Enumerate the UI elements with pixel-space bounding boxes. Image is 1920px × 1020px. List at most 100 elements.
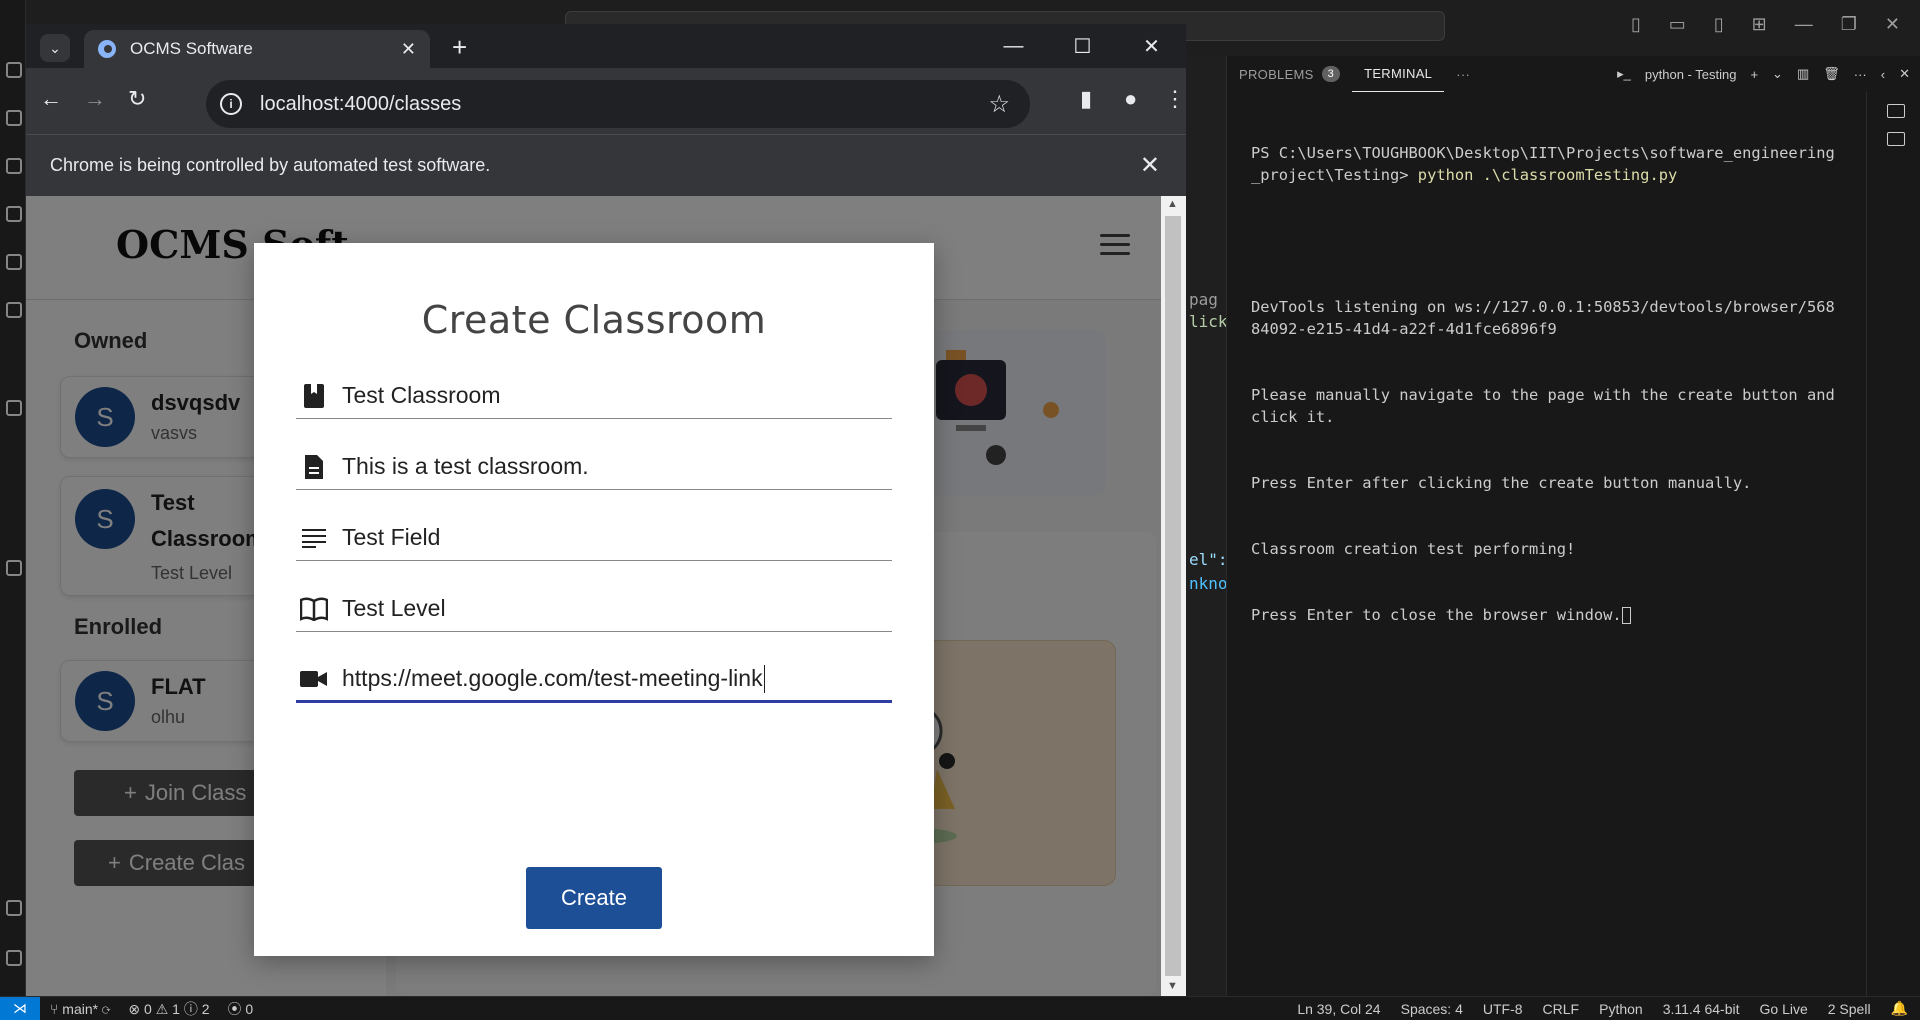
page-scrollbar[interactable]: ▲ ▼ [1161, 196, 1186, 996]
tab-terminal[interactable]: TERMINAL [1352, 56, 1445, 92]
error-count: 0 [144, 1000, 152, 1017]
more-actions-icon[interactable]: ··· [1444, 56, 1482, 92]
browser-toolbar: ← → ↻ i localhost:4000/classes ☆ ▮ ● ⋮ [26, 68, 1186, 134]
manage-gear-icon[interactable] [6, 950, 22, 966]
browser-tab[interactable]: OCMS Software ✕ [84, 30, 430, 68]
chrome-menu-icon[interactable]: ⋮ [1164, 86, 1186, 112]
toggle-sidebar-icon[interactable]: ▯ [1631, 14, 1641, 35]
go-live-button[interactable]: Go Live [1760, 1001, 1808, 1017]
classroom-name-field[interactable] [296, 373, 892, 419]
chevron-left-icon[interactable]: ‹ [1881, 67, 1885, 82]
tab-strip: ⌄ OCMS Software ✕ + — ☐ ✕ [26, 24, 1186, 68]
trash-icon[interactable]: 🗑 [1823, 66, 1840, 82]
meeting-link-field[interactable]: https://meet.google.com/test-meeting-lin… [296, 657, 892, 703]
level-field[interactable] [296, 586, 892, 632]
remote-explorer-icon[interactable] [6, 302, 22, 318]
explorer-icon[interactable] [6, 62, 22, 78]
warning-count: 1 [172, 1000, 180, 1017]
line-ending[interactable]: CRLF [1543, 1001, 1580, 1017]
vscode-panel: PROBLEMS 3 TERMINAL ··· ▸_ python - Test… [1226, 56, 1920, 996]
language-mode[interactable]: Python [1599, 1001, 1643, 1017]
level-input[interactable] [342, 588, 892, 629]
terminal-list [1866, 92, 1920, 996]
code-fragment: lick [1189, 312, 1228, 331]
panel-actions: ▸_ python - Testing + ⌄ ▥ 🗑 ··· ‹ ✕ [1617, 56, 1910, 92]
debug-icon[interactable] [6, 206, 22, 222]
problems-indicator[interactable]: ⊗ 0 ⚠ 1 ⓘ 2 [128, 999, 209, 1019]
profile-avatar-icon[interactable]: ● [1124, 86, 1137, 112]
scroll-thumb[interactable] [1165, 216, 1181, 976]
cursor-position[interactable]: Ln 39, Col 24 [1297, 1001, 1380, 1017]
branch-indicator[interactable]: ⑂ main* ⟳ [50, 1001, 110, 1017]
reload-icon[interactable]: ↻ [128, 86, 146, 112]
automation-infobar: Chrome is being controlled by automated … [26, 134, 1186, 196]
terminal-list-icon[interactable] [1887, 104, 1905, 118]
forward-arrow-icon[interactable]: → [84, 86, 106, 112]
restore-icon[interactable]: ❐ [1841, 14, 1857, 35]
account-icon[interactable] [6, 900, 22, 916]
tab-search-chevron-icon[interactable]: ⌄ [40, 34, 70, 62]
new-tab-plus-icon[interactable]: + [452, 32, 467, 63]
back-arrow-icon[interactable]: ← [40, 86, 62, 112]
terminal-line: Classroom creation test performing! [1251, 540, 1576, 558]
branch-name: main* [62, 1000, 99, 1017]
field-input[interactable] [342, 517, 892, 558]
testing-icon[interactable] [6, 400, 22, 416]
encoding[interactable]: UTF-8 [1483, 1001, 1523, 1017]
description-input[interactable] [342, 446, 892, 487]
ports-count: 0 [245, 1000, 254, 1017]
scroll-up-arrow-icon[interactable]: ▲ [1167, 198, 1178, 210]
terminal-list-icon[interactable] [1887, 132, 1905, 146]
info-count: 2 [201, 1000, 210, 1017]
minimize-icon[interactable]: — [979, 24, 1048, 68]
more-icon[interactable]: ··· [1854, 67, 1867, 82]
meeting-link-input[interactable]: https://meet.google.com/test-meeting-lin… [342, 659, 892, 699]
toggle-panel-icon[interactable]: ▭ [1669, 14, 1686, 35]
split-terminal-icon[interactable]: ▥ [1797, 66, 1809, 82]
infobar-close-icon[interactable]: ✕ [1140, 151, 1160, 180]
indentation[interactable]: Spaces: 4 [1401, 1001, 1463, 1017]
close-panel-icon[interactable]: ✕ [1899, 66, 1910, 82]
side-panel-icon[interactable]: ▮ [1080, 86, 1092, 112]
maximize-icon[interactable]: ☐ [1048, 24, 1117, 68]
bookmark-star-icon[interactable]: ☆ [988, 90, 1010, 119]
new-terminal-icon[interactable]: + [1750, 67, 1758, 82]
close-window-icon[interactable]: ✕ [1885, 14, 1900, 35]
code-fragment: pag [1189, 290, 1218, 309]
tab-problems[interactable]: PROBLEMS 3 [1227, 56, 1352, 92]
tab-title: OCMS Software [130, 39, 253, 58]
terminal-instance-name[interactable]: python - Testing [1645, 67, 1737, 82]
terminal-output[interactable]: PS C:\Users\TOUGHBOOK\Desktop\IIT\Projec… [1251, 98, 1841, 670]
description-field[interactable] [296, 444, 892, 490]
vscode-title-icons: ▯ ▭ ▯ ⊞ — ❐ ✕ [1631, 14, 1900, 35]
python-interpreter[interactable]: 3.11.4 64-bit [1663, 1001, 1740, 1017]
field-of-study-field[interactable] [296, 515, 892, 561]
live-share-icon[interactable] [6, 560, 22, 576]
vscode-editor-partial: pag lick el": nkno [1186, 56, 1228, 996]
minimize-icon[interactable]: — [1795, 14, 1813, 35]
url-text[interactable]: localhost:4000/classes [260, 93, 988, 116]
extensions-icon[interactable] [6, 254, 22, 270]
window-controls: — ☐ ✕ [979, 24, 1186, 68]
terminal-icon: ▸_ [1617, 66, 1631, 81]
chevron-down-icon[interactable]: ⌄ [1772, 66, 1783, 82]
site-info-icon[interactable]: i [220, 93, 242, 115]
create-button[interactable]: Create [526, 867, 662, 929]
page-viewport: OCMS Soft Owned S dsvqsdv vasvs S Test C… [26, 196, 1186, 996]
notifications-bell-icon[interactable]: 🔔 [1891, 1000, 1908, 1017]
address-bar[interactable]: i localhost:4000/classes ☆ [206, 80, 1030, 128]
remote-indicator-icon[interactable]: ⋊ [0, 996, 40, 1020]
customize-layout-icon[interactable]: ⊞ [1752, 14, 1767, 35]
source-control-icon[interactable] [6, 158, 22, 174]
tab-close-icon[interactable]: ✕ [401, 39, 416, 60]
spell-indicator[interactable]: 2 Spell [1828, 1001, 1871, 1017]
scroll-down-arrow-icon[interactable]: ▼ [1167, 980, 1178, 992]
toggle-secondary-sidebar-icon[interactable]: ▯ [1714, 14, 1724, 35]
text-caret [763, 664, 765, 693]
search-icon[interactable] [6, 110, 22, 126]
classroom-name-input[interactable] [342, 375, 892, 416]
close-icon[interactable]: ✕ [1117, 24, 1186, 68]
book-icon [300, 382, 328, 410]
ports-indicator[interactable]: ⦿ 0 [228, 999, 254, 1019]
